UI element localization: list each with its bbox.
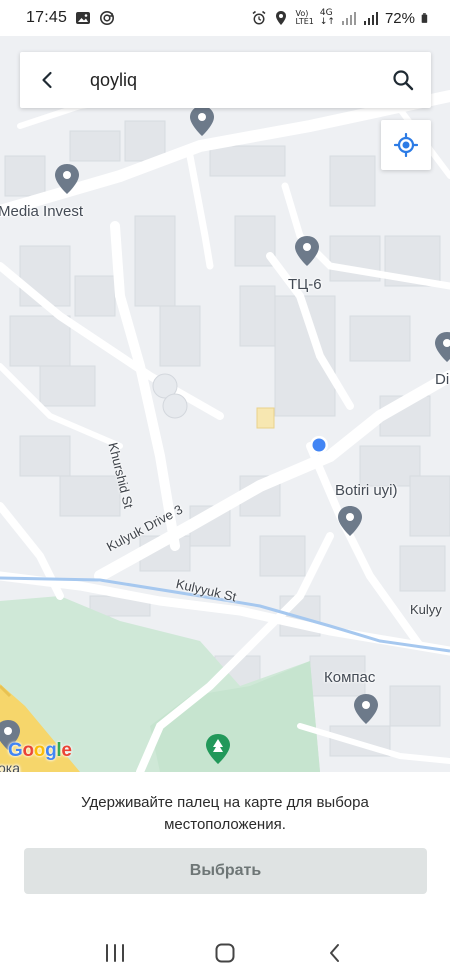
map-label-di[interactable]: Di [435,371,449,388]
recents-button[interactable] [85,933,145,973]
bottom-sheet: Удерживайте палец на карте для выбора ме… [0,772,450,930]
home-button[interactable] [195,933,255,973]
status-time: 17:45 [26,9,68,26]
signal-icon [341,12,356,25]
my-location-button[interactable] [381,120,431,170]
signal-icon-2 [363,12,378,25]
back-button[interactable] [20,52,76,108]
home-icon [215,943,235,962]
sync-icon [100,11,115,25]
data-arrows-icon: ↓↑ [319,17,335,27]
map-label-tc6[interactable]: ТЦ-6 [288,276,322,293]
battery-icon [421,13,428,23]
magnifier-icon [393,70,414,91]
status-right: Vo) LTE1 4G ↓↑ 72% [251,9,432,27]
arrow-left-icon [42,71,52,89]
network-label: Vo) LTE1 [295,10,313,26]
location-icon [276,11,287,25]
network-type: 4G ↓↑ [320,9,335,27]
search-input[interactable] [76,69,375,91]
alarm-icon [252,10,266,25]
nav-back-button[interactable] [305,933,365,973]
recents-icon [106,943,124,962]
gallery-icon [76,12,91,24]
street-label-kulyy-right: Kulyy [410,602,442,617]
map-label-media-invest[interactable]: Media Invest [0,203,83,220]
search-button[interactable] [375,52,431,108]
google-logo: Google [8,740,72,761]
network-label-bottom: LTE1 [295,17,314,26]
map-label-kompas[interactable]: Компас [324,669,375,686]
status-left: 17:45 [26,9,115,27]
search-bar [20,52,431,108]
my-location-icon [394,133,418,157]
back-icon [330,943,339,962]
battery-percent: 72% [384,9,415,27]
status-bar: 17:45 Vo) LTE1 4G ↓↑ 72% [0,0,450,36]
map-label-botiri[interactable]: Botiri uyi) [335,482,398,499]
hint-text: Удерживайте палец на карте для выбора ме… [81,794,369,833]
select-button[interactable]: Выбрать [24,848,427,894]
system-nav-bar [0,930,450,975]
